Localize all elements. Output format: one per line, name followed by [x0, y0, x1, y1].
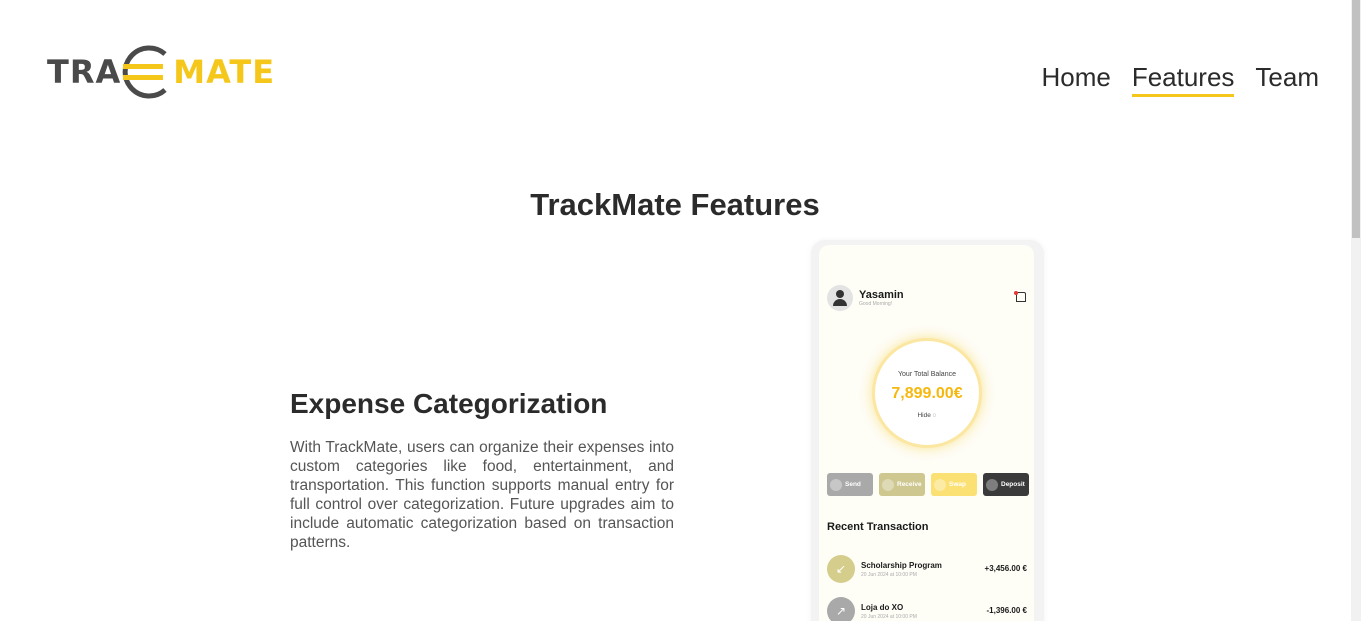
euro-mark-icon	[122, 45, 167, 99]
user-name: Yasamin	[859, 289, 904, 301]
quick-actions: Send Receive Swap Deposit	[827, 473, 1029, 496]
transaction-row: ↗ Loja do XO 20 Jun 2024 at 10:00 PM -1,…	[827, 597, 1027, 621]
user-greeting: Good Morning!	[859, 301, 893, 307]
hide-balance-label: Hide ◌	[917, 412, 937, 419]
receive-icon	[882, 478, 894, 491]
feature-description: With TrackMate, users can organize their…	[290, 439, 674, 551]
nav-team[interactable]: Team	[1255, 60, 1319, 97]
phone-mockup: Yasamin Good Morning! Your Total Balance…	[811, 240, 1044, 621]
swap-icon	[934, 478, 946, 491]
nav-features[interactable]: Features	[1131, 60, 1235, 97]
receive-button: Receive	[879, 473, 925, 496]
swap-button: Swap	[931, 473, 977, 496]
nav-home[interactable]: Home	[1041, 60, 1110, 97]
transaction-row: ↙ Scholarship Program 20 Jun 2024 at 10:…	[827, 555, 1027, 585]
notification-dot	[1014, 291, 1018, 295]
section-title: TrackMate Features	[530, 187, 820, 222]
balance-value: 7,899.00€	[891, 385, 963, 402]
balance-circle: Your Total Balance 7,899.00€ Hide ◌	[872, 338, 982, 448]
send-button: Send	[827, 473, 873, 496]
recent-transactions-title: Recent Transaction	[827, 521, 929, 533]
logo-text-right: MATE	[173, 53, 276, 91]
plus-icon	[986, 478, 998, 491]
trackmate-logo[interactable]: TRA MATE	[47, 44, 275, 100]
avatar	[827, 285, 853, 311]
feature-title: Expense Categorization	[290, 388, 608, 419]
send-icon	[830, 478, 842, 491]
eye-off-icon: ◌	[932, 412, 937, 419]
balance-label: Your Total Balance	[898, 371, 956, 378]
user-header: Yasamin Good Morning!	[827, 285, 904, 311]
deposit-button: Deposit	[983, 473, 1029, 496]
scrollbar-thumb[interactable]	[1352, 0, 1360, 238]
arrow-down-left-icon: ↙	[827, 555, 855, 583]
phone-screen: Yasamin Good Morning! Your Total Balance…	[819, 245, 1034, 621]
arrow-up-right-icon: ↗	[827, 597, 855, 621]
main-nav: Home Features Team	[1041, 60, 1319, 97]
logo-text-left: TRA	[47, 53, 122, 91]
page-scrollbar[interactable]	[1351, 0, 1361, 621]
